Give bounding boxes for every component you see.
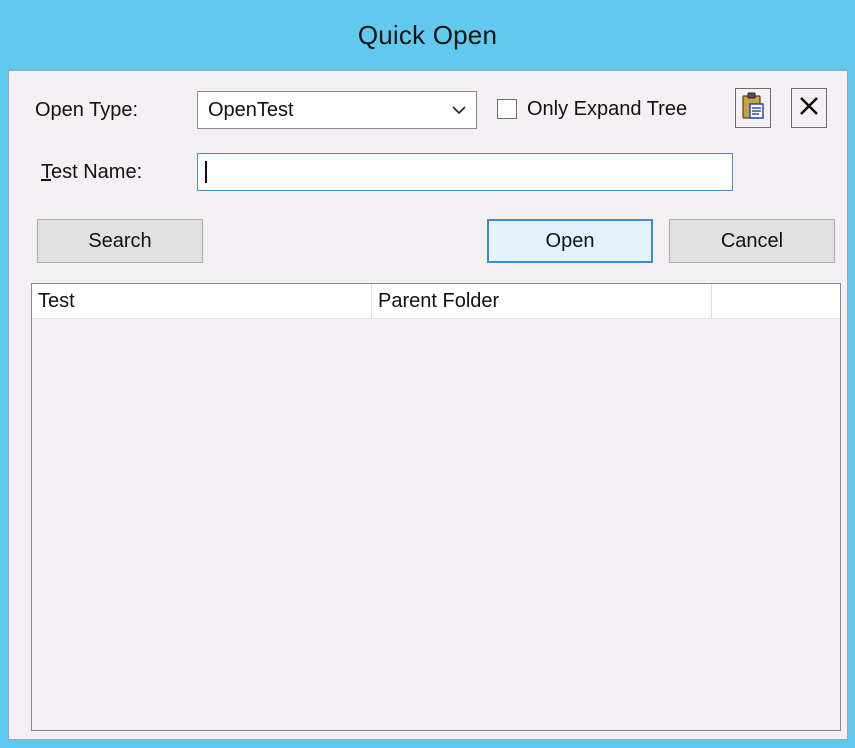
column-header-empty[interactable] <box>712 284 840 318</box>
open-type-dropdown[interactable]: OpenTest <box>197 91 477 129</box>
open-type-label: Open Type: <box>35 99 139 121</box>
column-header-parent-folder[interactable]: Parent Folder <box>372 284 712 318</box>
test-name-input[interactable] <box>197 153 733 191</box>
paste-button[interactable] <box>735 88 771 128</box>
dialog-client-area: Open Type: OpenTest Only Expand Tree Tes… <box>8 70 848 740</box>
quick-open-window: Quick Open Open Type: OpenTest Only Expa… <box>0 0 855 748</box>
open-button[interactable]: Open <box>487 219 653 263</box>
clear-button[interactable] <box>791 88 827 128</box>
checkbox-box[interactable] <box>497 99 517 119</box>
close-x-icon <box>798 95 820 122</box>
text-caret <box>205 161 207 183</box>
chevron-down-icon <box>442 105 476 115</box>
column-header-test[interactable]: Test <box>32 284 372 318</box>
search-button[interactable]: Search <box>37 219 203 263</box>
only-expand-tree-checkbox[interactable]: Only Expand Tree <box>497 93 687 125</box>
test-name-label: Test Name: <box>41 161 143 183</box>
clipboard-paste-icon <box>741 92 765 125</box>
window-title: Quick Open <box>357 19 498 50</box>
results-list[interactable]: Test Parent Folder <box>31 283 841 731</box>
results-header: Test Parent Folder <box>32 284 840 319</box>
open-type-selected-value: OpenTest <box>208 98 294 121</box>
cancel-button[interactable]: Cancel <box>669 219 835 263</box>
only-expand-tree-label: Only Expand Tree <box>527 97 688 120</box>
